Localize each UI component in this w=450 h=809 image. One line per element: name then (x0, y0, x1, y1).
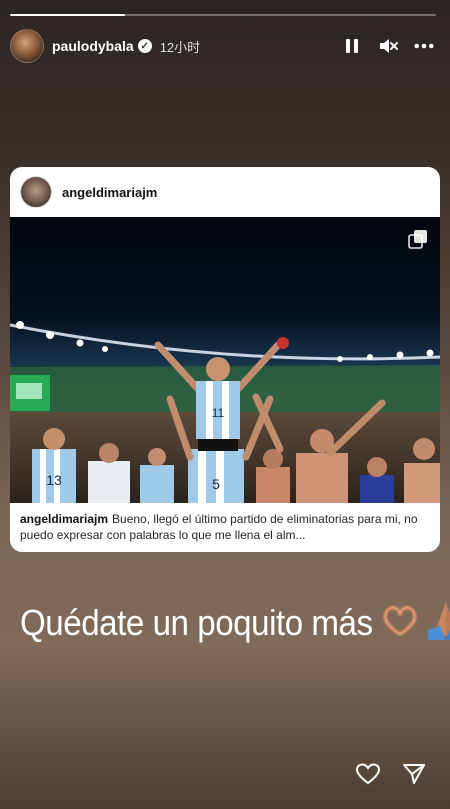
player-number-11: 11 (212, 406, 225, 420)
story-progress-bar (10, 14, 436, 16)
verified-check-icon: ✓ (137, 39, 152, 53)
overlay-emojis (380, 598, 450, 648)
story-footer-actions (354, 760, 428, 788)
folded-hands-emoji (424, 600, 450, 647)
story-progress-fill (10, 14, 126, 16)
shared-post-caption: angeldimariajm Bueno, llegó el último par… (20, 511, 432, 543)
shared-post-photo[interactable]: 13 5 11 (10, 217, 440, 503)
more-icon[interactable] (414, 36, 434, 56)
caption-username[interactable]: angeldimariajm (20, 512, 108, 526)
shared-post-card[interactable]: angeldimariajm 13 5 11 angeldimariajm Bu… (10, 167, 440, 552)
player-number-5: 5 (212, 476, 220, 492)
story-controls (342, 36, 440, 56)
shared-post-header: angeldimariajm (10, 167, 440, 217)
pause-icon[interactable] (342, 36, 362, 56)
send-icon[interactable] (400, 760, 428, 788)
multiple-images-icon (408, 229, 428, 254)
shared-post-username[interactable]: angeldimariajm (62, 185, 157, 200)
story-username[interactable]: paulodybala (52, 38, 134, 54)
shared-post-avatar[interactable] (20, 176, 52, 208)
avatar[interactable] (10, 29, 44, 63)
overlay-text: Quédate un poquito más (20, 602, 373, 643)
story-timestamp: 12小时 (159, 39, 201, 55)
story-header: paulodybala ✓ 12小时 (10, 28, 440, 64)
heart-icon[interactable] (354, 760, 382, 788)
player-number-13: 13 (46, 472, 62, 488)
heart-hands-emoji (380, 604, 420, 643)
story-viewer[interactable]: paulodybala ✓ 12小时 angeldimariajm 13 5 1… (0, 0, 450, 809)
muted-speaker-icon[interactable] (378, 36, 398, 56)
story-text-overlay: Quédate un poquito más (20, 598, 450, 648)
